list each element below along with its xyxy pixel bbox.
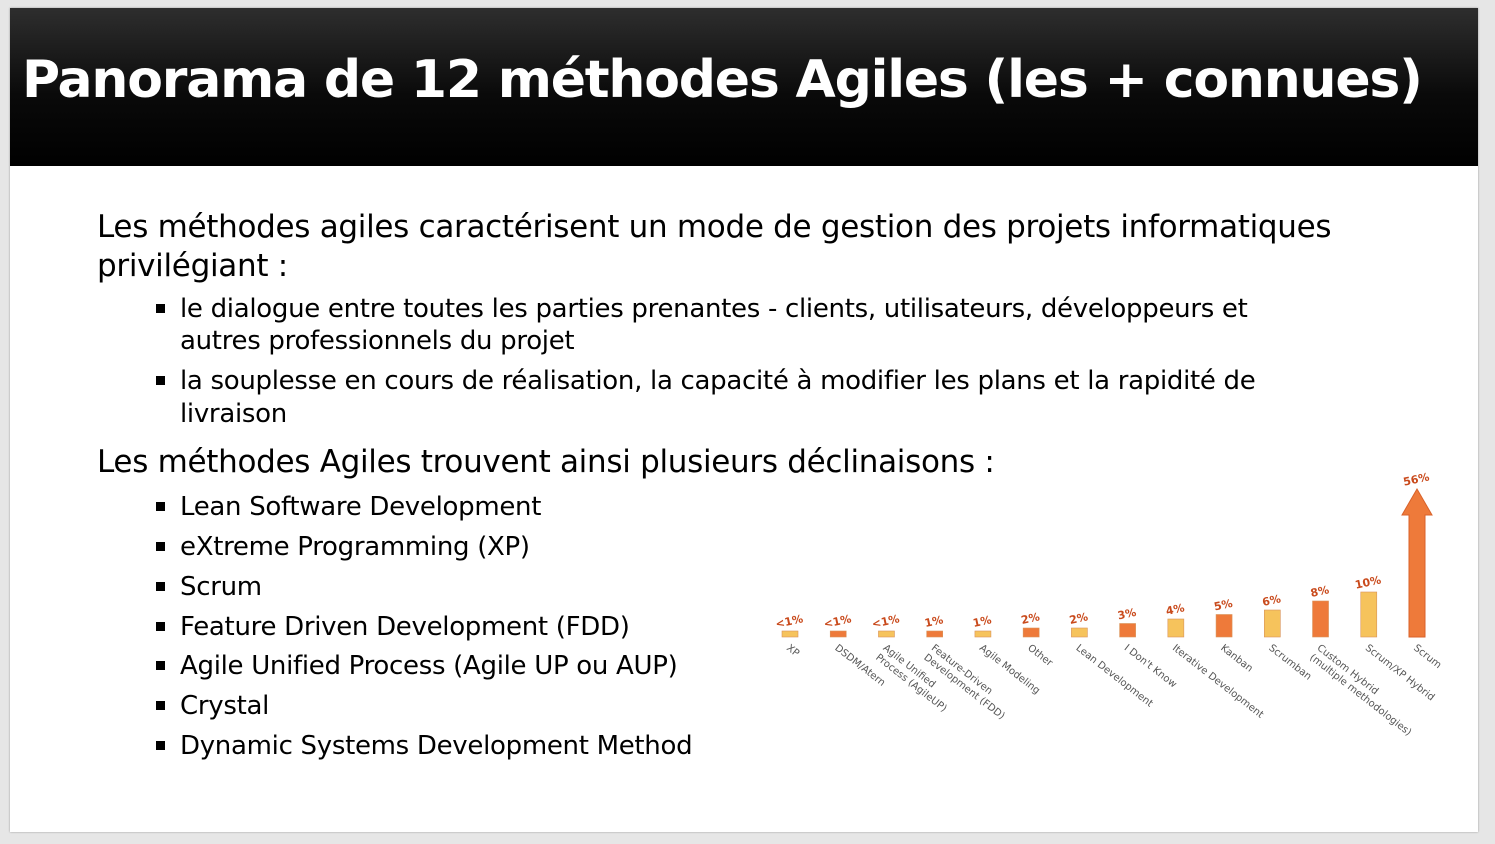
priority-1-line-2: autres professionnels du projet [180, 326, 575, 356]
chart-bar [1022, 627, 1040, 638]
chart-category-label: Other [1025, 643, 1055, 670]
chart-category-label: Iterative Development [1170, 643, 1266, 721]
chart-value-label: 56% [1402, 470, 1430, 488]
slide-title: Panorama de 12 méthodes Agiles (les + co… [22, 50, 1423, 110]
chart-bar [1264, 609, 1281, 638]
chart-value-label: <1% [871, 612, 901, 631]
chart-category-label: Custom Hybrid(multiple methodologies) [1307, 643, 1420, 739]
method-item: Dynamic Systems Development Method [180, 731, 693, 761]
bullet-square-icon [156, 304, 165, 313]
bullet-square-icon [156, 741, 165, 750]
chart-category-line: Scrum [1411, 643, 1443, 671]
method-item: Crystal [180, 691, 270, 721]
method-item: eXtreme Programming (XP) [180, 532, 530, 562]
chart-bar [974, 630, 992, 638]
method-item: Scrum [180, 572, 262, 602]
bullet-square-icon [156, 542, 165, 551]
chart-bar [926, 630, 943, 638]
method-item: Lean Software Development [180, 492, 542, 522]
chart-category-line: Other [1025, 643, 1055, 670]
chart-value-label: 6% [1261, 592, 1282, 609]
chart-category-line: Scrumban [1266, 643, 1313, 683]
bullet-square-icon [156, 701, 165, 710]
bullet-square-icon [156, 661, 165, 670]
chart-value-label: 8% [1309, 583, 1330, 600]
bullet-square-icon [156, 502, 165, 511]
bullet-square-icon [156, 622, 165, 631]
priority-2-line-1: la souplesse en cours de réalisation, la… [180, 366, 1256, 396]
slide: Panorama de 12 méthodes Agiles (les + co… [10, 8, 1478, 832]
chart-bar [1119, 623, 1136, 638]
chart-bar [1312, 600, 1329, 638]
chart-value-label: 10% [1354, 573, 1382, 591]
chart-bar [781, 630, 799, 638]
chart-value-label: 2% [1020, 610, 1041, 627]
agile-methods-usage-chart: <1%XP<1%DSDM/Atern<1%Agile UnifiedProces… [774, 470, 1443, 739]
intro-line-2: privilégiant : [97, 248, 288, 284]
chart-value-label: <1% [823, 612, 853, 631]
chart-value-label: 1% [972, 613, 993, 630]
method-item: Feature Driven Development (FDD) [180, 612, 630, 642]
chart-value-label: 3% [1116, 606, 1137, 623]
chart-value-label: 1% [923, 613, 944, 630]
method-item: Agile Unified Process (Agile UP ou AUP) [180, 651, 678, 681]
chart-category-label: XP [784, 643, 801, 660]
chart-value-label: 2% [1068, 610, 1089, 627]
chart-value-label: 4% [1165, 601, 1186, 618]
chart-category-label: DSDM/Atern [832, 643, 887, 689]
chart-bar-arrow [1401, 487, 1433, 638]
chart-category-label: Scrum [1411, 643, 1443, 671]
chart-bar [829, 630, 847, 638]
chart-category-line: DSDM/Atern [832, 643, 887, 689]
chart-bar [1167, 618, 1185, 638]
chart-category-line: Kanban [1218, 643, 1254, 675]
intro-line-1: Les méthodes agiles caractérisent un mod… [97, 209, 1332, 245]
chart-bar [1071, 627, 1088, 638]
bullet-square-icon [156, 376, 165, 385]
chart-value-label: 5% [1213, 597, 1234, 614]
chart-category-line: Iterative Development [1170, 643, 1266, 721]
chart-bar [1215, 614, 1233, 638]
chart-category-line: XP [784, 643, 801, 660]
bullet-square-icon [156, 582, 165, 591]
chart-category-label: Scrumban [1266, 643, 1313, 683]
chart-bar [1360, 591, 1378, 638]
title-bar: Panorama de 12 méthodes Agiles (les + co… [10, 8, 1478, 166]
chart-category-label: Kanban [1218, 643, 1254, 675]
chart-value-label: <1% [774, 612, 804, 631]
chart-bar [878, 630, 895, 638]
priority-2-line-2: livraison [180, 399, 287, 429]
priority-1-line-1: le dialogue entre toutes les parties pre… [180, 294, 1248, 324]
